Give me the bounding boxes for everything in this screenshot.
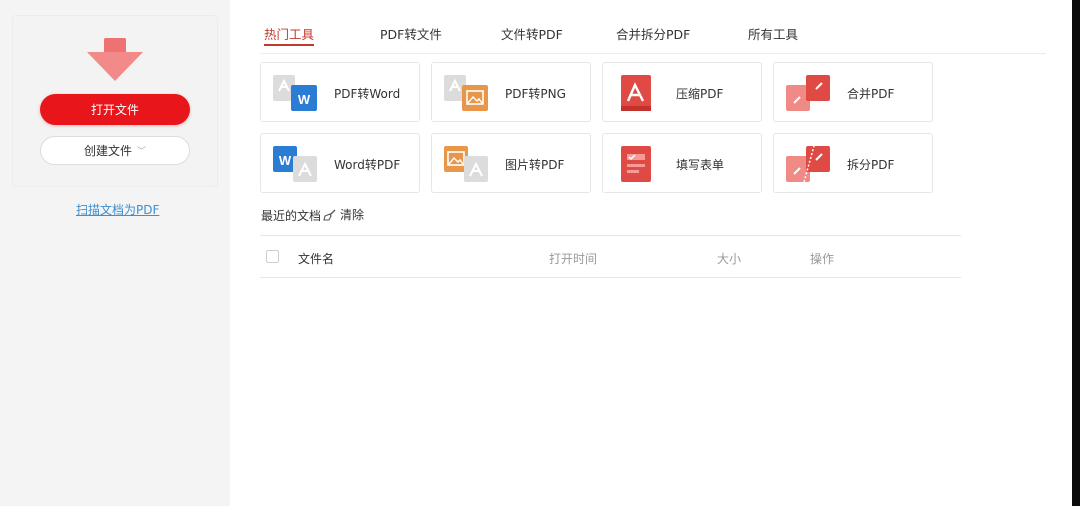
chevron-down-icon: ﹀ bbox=[137, 147, 147, 157]
tool-label: PDF转PNG bbox=[505, 87, 566, 101]
open-file-button[interactable]: 打开文件 bbox=[40, 94, 190, 125]
tab-pdf-to-file[interactable]: PDF转文件 bbox=[380, 24, 442, 43]
tool-image-to-pdf[interactable]: 图片转PDF bbox=[431, 133, 591, 193]
tool-fill-form[interactable]: 填写表单 bbox=[602, 133, 762, 193]
word-to-pdf-icon: W bbox=[273, 146, 317, 182]
clear-button[interactable]: 清除 bbox=[323, 206, 364, 223]
tab-merge-split-pdf[interactable]: 合并拆分PDF bbox=[616, 24, 690, 43]
tool-split-pdf[interactable]: 拆分PDF bbox=[773, 133, 933, 193]
tool-compress-pdf[interactable]: 压缩PDF bbox=[602, 62, 762, 122]
tool-word-to-pdf[interactable]: W Word转PDF bbox=[260, 133, 420, 193]
column-header-size[interactable]: 大小 bbox=[717, 250, 741, 267]
table-divider-top bbox=[260, 235, 961, 236]
tab-all-tools[interactable]: 所有工具 bbox=[748, 24, 798, 43]
create-file-button[interactable]: 创建文件 ﹀ bbox=[40, 136, 190, 165]
image-to-pdf-icon bbox=[444, 146, 488, 182]
clear-label: 清除 bbox=[340, 208, 365, 222]
tool-merge-pdf[interactable]: 合并PDF bbox=[773, 62, 933, 122]
tab-file-to-pdf[interactable]: 文件转PDF bbox=[501, 24, 563, 43]
split-pdf-icon bbox=[786, 145, 830, 183]
tool-label: Word转PDF bbox=[334, 158, 401, 172]
tool-label: 拆分PDF bbox=[847, 158, 895, 172]
tool-label: 压缩PDF bbox=[676, 87, 724, 101]
column-header-opened-time[interactable]: 打开时间 bbox=[549, 250, 597, 267]
scan-to-pdf-link[interactable]: 扫描文档为PDF bbox=[76, 201, 159, 218]
recent-documents-title: 最近的文档 bbox=[261, 209, 322, 223]
column-header-action: 操作 bbox=[810, 252, 835, 266]
select-all-checkbox[interactable] bbox=[266, 250, 279, 263]
broom-icon bbox=[323, 209, 336, 221]
tool-label: PDF转Word bbox=[334, 87, 401, 101]
pdf-to-png-icon bbox=[444, 75, 488, 111]
compress-pdf-icon bbox=[621, 75, 651, 111]
tool-pdf-to-png[interactable]: PDF转PNG bbox=[431, 62, 591, 122]
tab-hot-tools[interactable]: 热门工具 bbox=[264, 24, 315, 46]
table-divider-bottom bbox=[260, 277, 961, 278]
column-header-filename[interactable]: 文件名 bbox=[298, 250, 334, 267]
tool-label: 填写表单 bbox=[676, 158, 725, 172]
svg-text:W: W bbox=[279, 153, 292, 168]
window-edge bbox=[1072, 0, 1080, 506]
tool-label: 图片转PDF bbox=[505, 158, 565, 172]
main-panel: 热门工具 PDF转文件 文件转PDF 合并拆分PDF 所有工具 W PDF转Wo… bbox=[230, 0, 1072, 506]
pdf-to-word-icon: W bbox=[273, 75, 317, 111]
tool-pdf-to-word[interactable]: W PDF转Word bbox=[260, 62, 420, 122]
left-panel: 打开文件 创建文件 ﹀ 扫描文档为PDF bbox=[0, 0, 230, 506]
svg-text:W: W bbox=[298, 92, 311, 107]
tool-label: 合并PDF bbox=[847, 87, 895, 101]
create-file-label: 创建文件 bbox=[83, 144, 132, 158]
download-arrow-icon bbox=[87, 38, 143, 81]
fill-form-icon bbox=[621, 146, 651, 182]
tool-tabs: 热门工具 PDF转文件 文件转PDF 合并拆分PDF 所有工具 bbox=[260, 0, 1046, 54]
merge-pdf-icon bbox=[786, 75, 830, 111]
